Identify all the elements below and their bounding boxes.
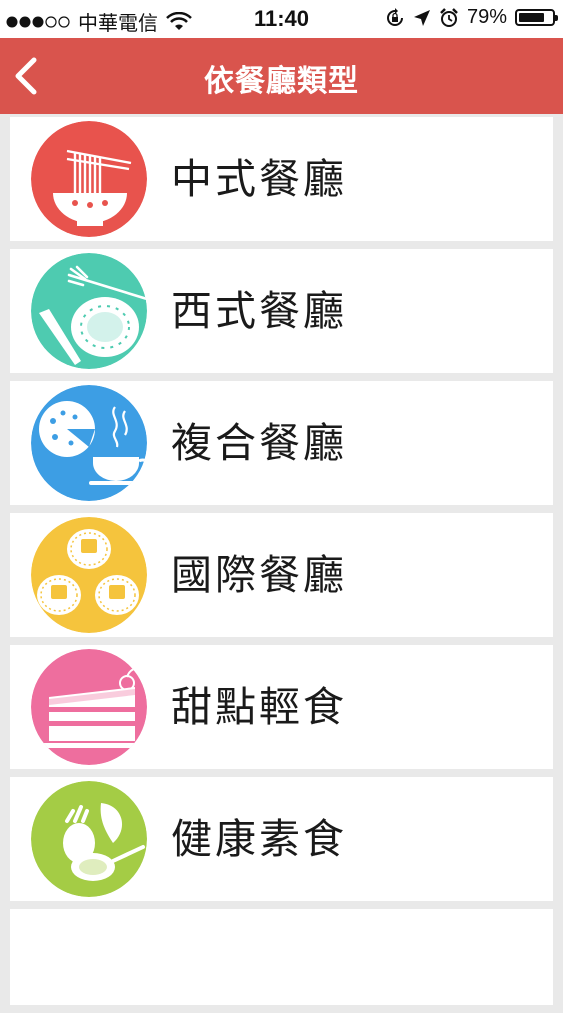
category-chinese-restaurant[interactable]: 中式餐廳	[10, 117, 553, 241]
navigation-bar: 依餐廳類型	[0, 38, 563, 114]
category-western-restaurant[interactable]: 西式餐廳	[10, 249, 553, 373]
battery-icon	[515, 9, 558, 26]
category-label: 甜點輕食	[171, 683, 347, 731]
category-mixed-restaurant[interactable]: 複合餐廳	[10, 381, 553, 505]
battery-fill	[519, 13, 544, 22]
category-international-restaurant[interactable]: 國際餐廳	[10, 513, 553, 637]
category-label: 中式餐廳	[171, 155, 347, 203]
category-label: 西式餐廳	[171, 287, 347, 335]
vegetables-spoon-icon	[31, 781, 147, 897]
status-right: 79%	[385, 6, 558, 29]
empty-list-row	[10, 909, 553, 1005]
alarm-icon	[440, 7, 458, 27]
cake-slice-icon	[31, 649, 147, 765]
category-label: 健康素食	[171, 815, 347, 863]
rotation-lock-icon	[386, 7, 403, 26]
location-arrow-icon	[413, 9, 430, 26]
pizza-teacup-icon	[31, 385, 147, 501]
page-title: 依餐廳類型	[204, 64, 359, 99]
category-label: 國際餐廳	[171, 551, 347, 599]
category-label: 複合餐廳	[171, 419, 347, 467]
fork-plate-knife-icon	[31, 253, 147, 369]
category-desserts-snacks[interactable]: 甜點輕食	[10, 645, 553, 769]
category-list: 中式餐廳 西式餐廳 複合餐廳 國際餐廳 甜點輕食 健康素食	[10, 117, 553, 1013]
battery-percent: 79%	[466, 6, 507, 28]
noodle-bowl-icon	[31, 121, 147, 237]
dim-sum-icon	[31, 517, 147, 633]
status-bar: 中華電信 11:40 79%	[0, 0, 563, 38]
category-healthy-vegetarian[interactable]: 健康素食	[10, 777, 553, 901]
